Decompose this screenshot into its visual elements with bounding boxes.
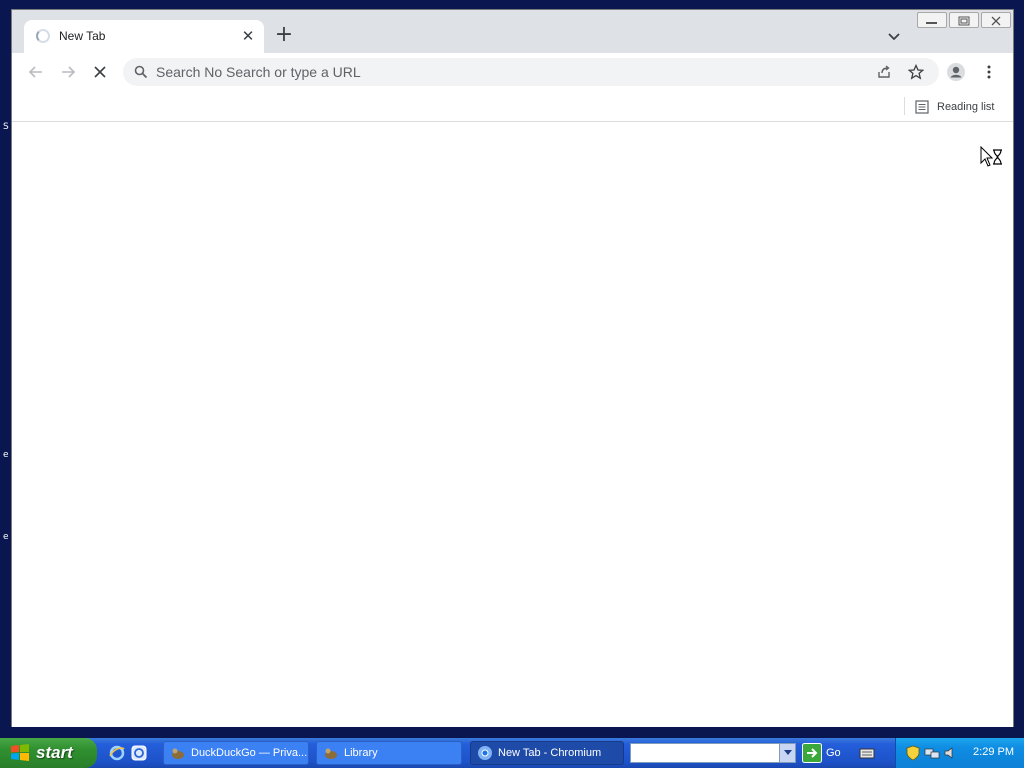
profile-button[interactable] xyxy=(944,60,968,84)
internet-explorer-icon[interactable] xyxy=(108,744,126,762)
reading-list-label: Reading list xyxy=(937,101,995,113)
profile-icon xyxy=(947,63,965,81)
reading-list-icon xyxy=(915,100,929,114)
keyboard-icon[interactable] xyxy=(859,745,877,763)
bookmarks-divider xyxy=(904,97,905,115)
star-icon xyxy=(908,64,924,80)
omnibox[interactable]: Search No Search or type a URL xyxy=(123,58,939,86)
taskbar-address-field[interactable] xyxy=(630,743,796,763)
go-button[interactable]: Go xyxy=(802,743,841,763)
bookmarks-bar: Reading list xyxy=(12,91,1013,122)
system-tray: 2:29 PM xyxy=(895,738,1024,768)
task-label: DuckDuckGo — Priva... xyxy=(191,747,308,759)
restore-button[interactable] xyxy=(949,12,979,28)
arrow-left-icon xyxy=(28,66,42,78)
windows-logo-icon xyxy=(11,744,29,761)
go-arrow-icon xyxy=(802,743,822,763)
start-label: start xyxy=(36,743,73,762)
close-icon[interactable]: ✕ xyxy=(238,26,258,46)
tab-strip: New Tab ✕ + xyxy=(12,10,1013,53)
network-icon xyxy=(924,748,940,759)
go-label: Go xyxy=(826,747,841,759)
close-icon xyxy=(94,66,106,78)
menu-button[interactable] xyxy=(977,60,1001,84)
gimp-icon xyxy=(172,748,184,759)
desktop-edge-text: e xyxy=(3,450,9,460)
tab-new-tab[interactable]: New Tab ✕ xyxy=(24,20,264,53)
window-controls xyxy=(917,12,1011,29)
browser-quicklaunch-icon[interactable] xyxy=(130,744,148,762)
chevron-down-icon[interactable] xyxy=(779,744,795,762)
page-content[interactable] xyxy=(12,123,1013,727)
close-window-button[interactable] xyxy=(981,12,1011,28)
tab-title: New Tab xyxy=(59,29,106,43)
browser-window: New Tab ✕ + Search No Search or type a U… xyxy=(11,9,1014,727)
chromium-icon xyxy=(478,746,492,760)
minimize-button[interactable] xyxy=(917,12,947,28)
reading-list-button[interactable]: Reading list xyxy=(915,97,994,117)
taskbar-item-duckduckgo[interactable]: DuckDuckGo — Priva... xyxy=(163,741,309,765)
start-button[interactable]: start xyxy=(0,738,97,768)
task-label: Library xyxy=(344,747,378,759)
stop-button[interactable] xyxy=(88,60,112,84)
loading-spinner-icon xyxy=(36,29,50,43)
clock: 2:29 PM xyxy=(973,746,1014,758)
desktop-edge-text: S xyxy=(3,122,9,132)
busy-cursor-icon xyxy=(980,145,1006,174)
browser-toolbar: Search No Search or type a URL xyxy=(12,53,1013,91)
search-icon xyxy=(134,65,148,79)
back-button[interactable] xyxy=(24,60,48,84)
gimp-icon xyxy=(325,748,337,759)
taskbar: start DuckDuckGo — Priva... Library New … xyxy=(0,738,1024,768)
volume-icon xyxy=(944,747,953,759)
chevron-down-icon[interactable] xyxy=(884,26,904,46)
share-icon xyxy=(878,65,890,78)
taskbar-item-library[interactable]: Library xyxy=(316,741,462,765)
vertical-dots-icon xyxy=(987,65,991,79)
task-label: New Tab - Chromium xyxy=(498,747,602,759)
arrow-right-icon xyxy=(62,66,76,78)
taskbar-item-chromium[interactable]: New Tab - Chromium xyxy=(470,741,624,765)
desktop-edge-text: e xyxy=(3,532,9,542)
omnibox-input[interactable]: Search No Search or type a URL xyxy=(156,64,361,80)
forward-button[interactable] xyxy=(56,60,80,84)
security-shield-icon xyxy=(906,745,920,761)
new-tab-button[interactable]: + xyxy=(272,24,296,48)
